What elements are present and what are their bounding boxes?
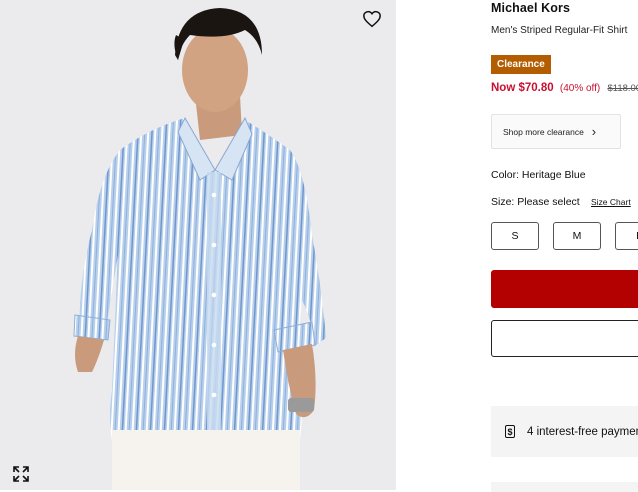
size-option-m[interactable]: M <box>553 222 601 250</box>
brand-name: Michael Kors <box>491 1 571 15</box>
chevron-right-icon: › <box>591 124 597 139</box>
product-photo <box>73 8 326 490</box>
installments-banner[interactable]: $ 4 interest-free payments <box>491 406 638 457</box>
dollar-icon: $ <box>505 425 515 438</box>
shop-more-label: Shop more clearance <box>503 126 584 137</box>
clearance-badge: Clearance <box>491 55 551 74</box>
favorite-button[interactable] <box>360 8 384 30</box>
original-price: $118.00 <box>607 83 638 94</box>
next-section-box <box>491 482 638 492</box>
size-label: Size: Please select <box>491 196 580 208</box>
size-chart-link[interactable]: Size Chart <box>591 197 631 207</box>
product-image-gallery[interactable] <box>0 0 396 490</box>
secondary-action-button[interactable] <box>491 320 638 357</box>
expand-image-button[interactable] <box>11 464 31 484</box>
size-option-l[interactable]: L <box>615 222 638 250</box>
expand-icon <box>13 466 29 482</box>
color-label: Color: Heritage Blue <box>491 169 586 181</box>
shop-more-clearance-button[interactable]: Shop more clearance › <box>491 114 621 149</box>
add-to-bag-button[interactable] <box>491 270 638 308</box>
heart-icon <box>363 10 381 28</box>
installments-text: 4 interest-free payments <box>526 425 638 438</box>
size-option-s[interactable]: S <box>491 222 539 250</box>
discount-percent: (40% off) <box>559 83 601 94</box>
price-block: Now $70.80 (40% off) $118.00 <box>491 82 638 94</box>
product-name: Men's Striped Regular-Fit Shirt <box>491 25 628 36</box>
sale-price: Now $70.80 <box>491 82 554 94</box>
